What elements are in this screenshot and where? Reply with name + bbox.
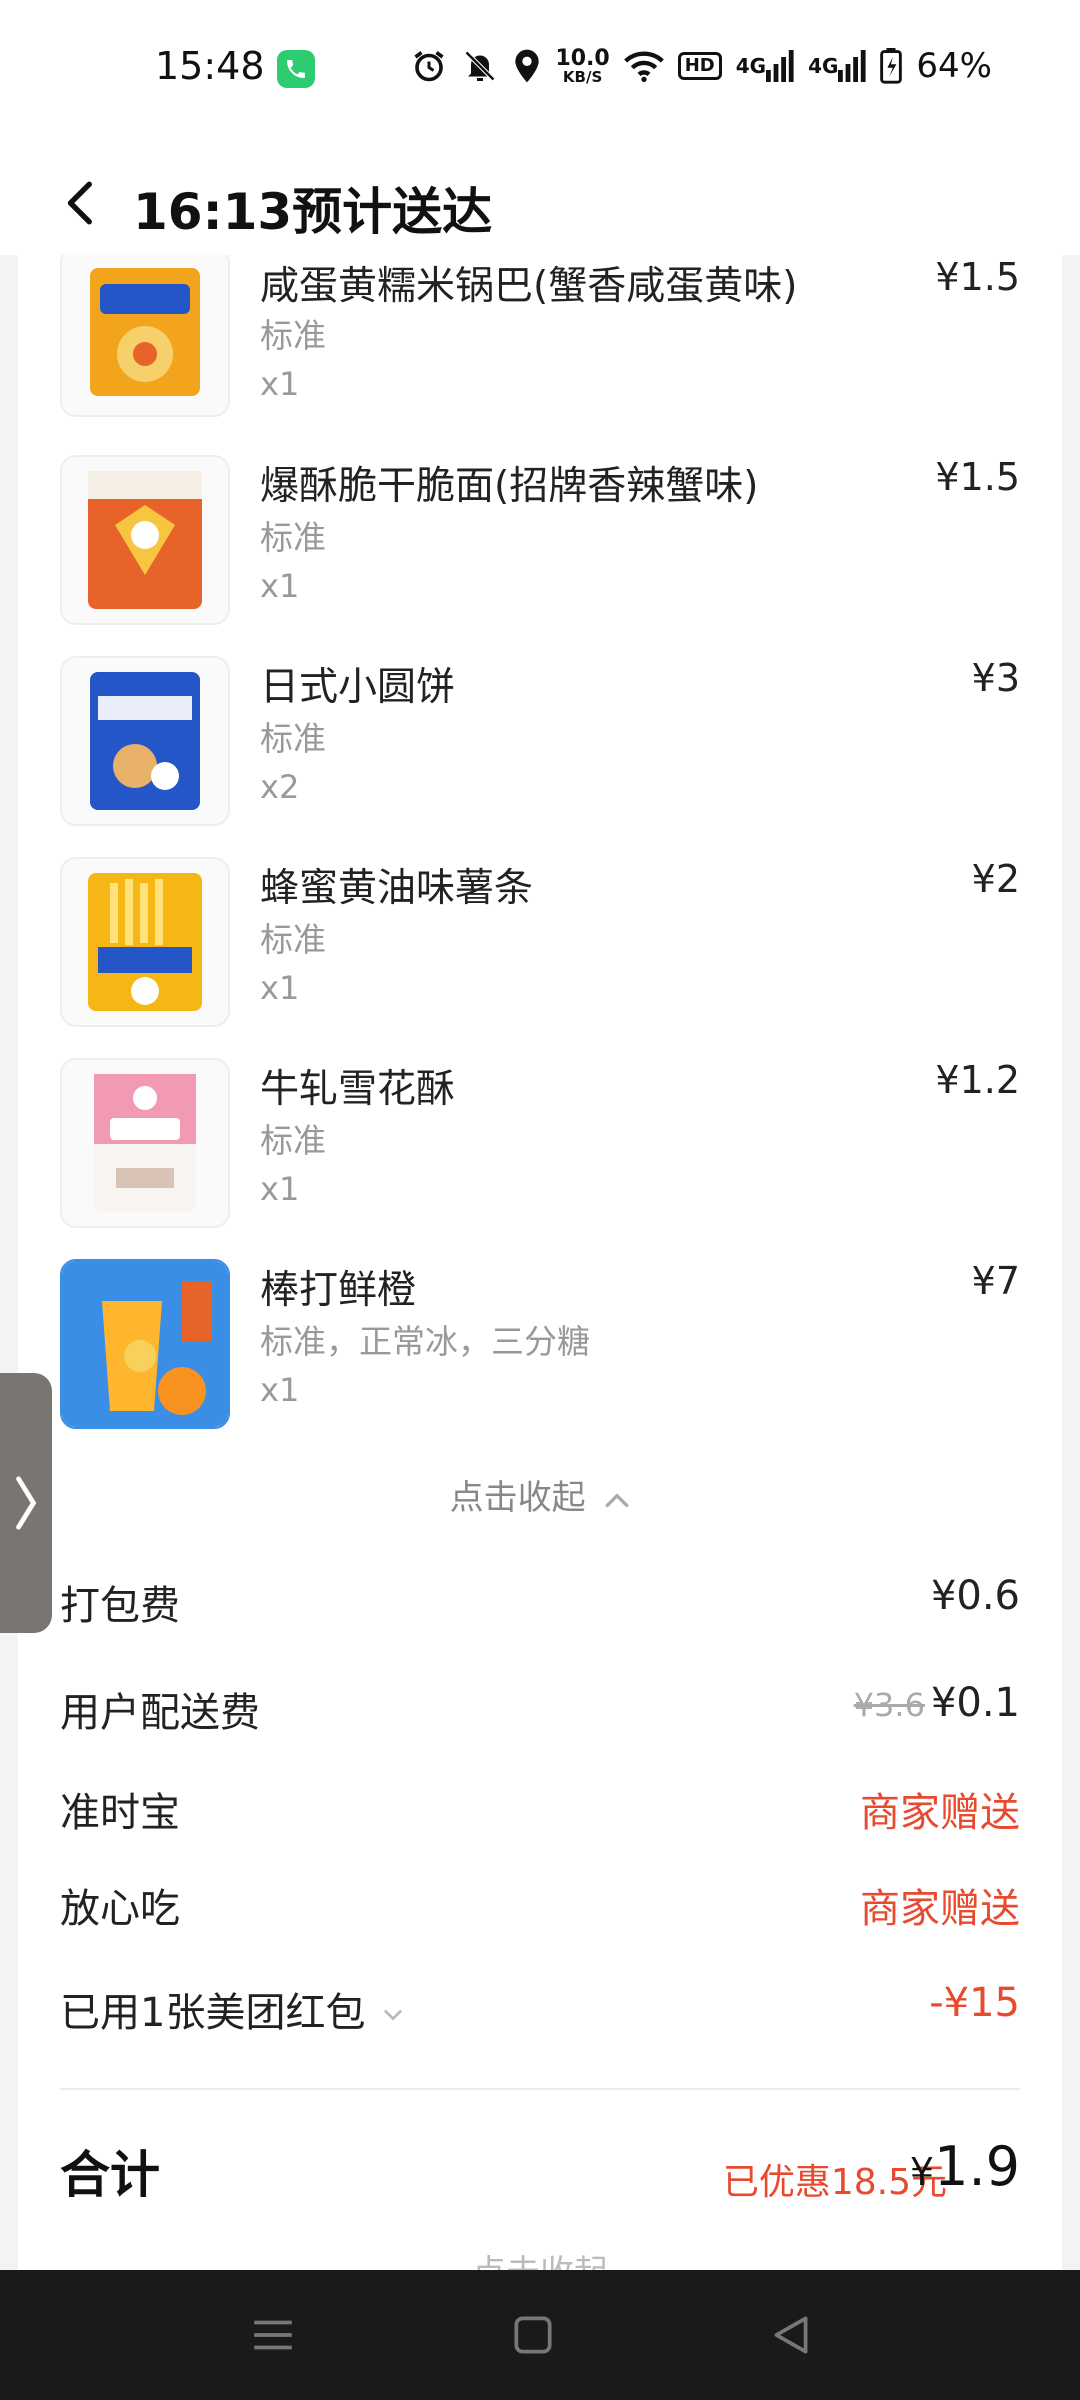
item-qty: x1 [260,969,300,1007]
total-label: 合计 [60,2146,160,2204]
product-thumbnail [60,1259,230,1429]
signal-icon-1: 4G [736,46,794,86]
fee-label: 放心吃 [60,1886,180,1932]
original-price: ¥3.6 [853,1686,925,1724]
currency-symbol: ¥ [909,2150,935,2194]
item-spec: 标准 [260,518,326,557]
product-thumbnail [60,455,230,625]
coupon-row[interactable]: 已用1张美团红包 -¥15 [60,1980,1020,2040]
battery-icon [880,46,903,86]
fee-value: ¥3.6 ¥0.1 [854,1680,1020,1726]
item-qty: x1 [260,1371,300,1409]
fee-label: 用户配送费 [60,1690,260,1736]
item-spec: 标准 [260,719,326,758]
item-price: ¥1.2 [935,1058,1020,1102]
back-arrow-icon[interactable] [58,178,108,228]
item-price: ¥3 [971,656,1020,700]
order-item[interactable]: 咸蛋黄糯米锅巴(蟹香咸蛋黄味) 标准 x1 ¥1.5 [60,255,1020,425]
item-name: 咸蛋黄糯米锅巴(蟹香咸蛋黄味) [260,264,798,309]
system-nav-bar [0,2270,1080,2400]
wifi-icon [623,46,664,86]
hd-badge: HD [677,52,722,80]
delivery-fee-row: 用户配送费 ¥3.6 ¥0.1 [60,1680,1020,1740]
order-item[interactable]: 棒打鲜橙 标准，正常冰，三分糖 x1 ¥7 [60,1259,1020,1429]
item-name: 牛轧雪花酥 [260,1067,456,1112]
packing-fee-row: 打包费 ¥0.6 [60,1573,1020,1633]
net-speed-value: 10.0 [555,45,610,71]
page-title: 16:13预计送达 [133,183,493,241]
item-name: 爆酥脆干脆面(招牌香辣蟹味) [260,464,759,509]
side-expand-tab[interactable] [0,1373,52,1633]
discounted-price: ¥0.1 [930,1680,1020,1726]
order-item[interactable]: 牛轧雪花酥 标准 x1 ¥1.2 [60,1058,1020,1228]
signal-1-label: 4G [735,54,767,78]
order-item[interactable]: 蜂蜜黄油味薯条 标准 x1 ¥2 [60,857,1020,1027]
fee-label: 打包费 [60,1583,180,1629]
item-spec: 标准 [260,316,326,355]
item-spec: 标准 [260,1121,326,1160]
fee-label: 准时宝 [60,1790,180,1836]
collapse-label: 点击收起 [449,1478,586,1518]
coupon-label-wrap: 已用1张美团红包 [60,1980,404,2038]
item-name: 蜂蜜黄油味薯条 [260,866,534,911]
item-name: 棒打鲜橙 [260,1268,417,1313]
order-card: 咸蛋黄糯米锅巴(蟹香咸蛋黄味) 标准 x1 ¥1.5 爆酥脆干脆面(招牌香辣蟹味… [18,255,1062,2270]
chevron-down-icon[interactable] [382,2007,404,2023]
item-price: ¥1.5 [935,255,1020,299]
menu-icon[interactable] [248,2310,298,2360]
status-time: 15:48 [155,44,265,88]
item-spec: 标准 [260,920,326,959]
product-thumbnail [60,255,230,417]
fee-value: ¥0.6 [930,1573,1020,1619]
order-item[interactable]: 爆酥脆干脆面(招牌香辣蟹味) 标准 x1 ¥1.5 [60,455,1020,625]
item-price: ¥1.5 [935,455,1020,499]
total-value: 1.9 [934,2135,1020,2198]
phone-call-icon[interactable] [277,50,315,88]
signal-icon-2: 4G [808,46,867,86]
coupon-value: -¥15 [929,1980,1020,2026]
status-icons: 10.0 KB/S HD 4G 4G 64% [411,46,992,86]
status-bar: 15:48 10.0 KB/S HD 4G 4G 64% [0,0,1080,140]
fee-value: 商家赠送 [860,1886,1020,1932]
collapse-toggle[interactable]: 点击收起 [18,1470,1062,1519]
item-qty: x2 [260,768,300,806]
product-thumbnail [60,656,230,826]
net-speed-unit: KB/S [562,67,603,86]
ontime-row: 准时宝 商家赠送 [60,1780,1020,1840]
item-qty: x1 [260,365,300,403]
safe-eat-row: 放心吃 商家赠送 [60,1876,1020,1936]
item-qty: x1 [260,1170,300,1208]
signal-2-label: 4G [808,54,839,78]
item-price: ¥7 [971,1259,1020,1303]
chevron-right-icon [16,1476,37,1530]
order-item[interactable]: 日式小圆饼 标准 x2 ¥3 [60,656,1020,826]
product-thumbnail [60,1058,230,1228]
total-amount: ¥1.9 [910,2135,1020,2198]
chevron-up-icon [606,1492,629,1507]
coupon-label: 已用1张美团红包 [60,1990,366,2036]
item-name: 日式小圆饼 [260,665,456,710]
divider [60,2088,1020,2090]
home-icon[interactable] [508,2310,558,2360]
alarm-icon [411,46,447,86]
location-icon [513,46,541,86]
battery-percent: 64% [916,46,992,86]
back-icon[interactable] [766,2310,816,2360]
peek-collapse-label[interactable]: 点击收起 [18,2245,1062,2270]
header: 16:13预计送达 [0,140,1080,255]
product-thumbnail [60,857,230,1027]
mute-icon [461,46,499,86]
item-qty: x1 [260,567,300,605]
item-spec: 标准，正常冰，三分糖 [260,1322,590,1361]
fee-value: 商家赠送 [860,1790,1020,1836]
item-price: ¥2 [971,857,1020,901]
net-speed: 10.0 KB/S [555,45,610,86]
